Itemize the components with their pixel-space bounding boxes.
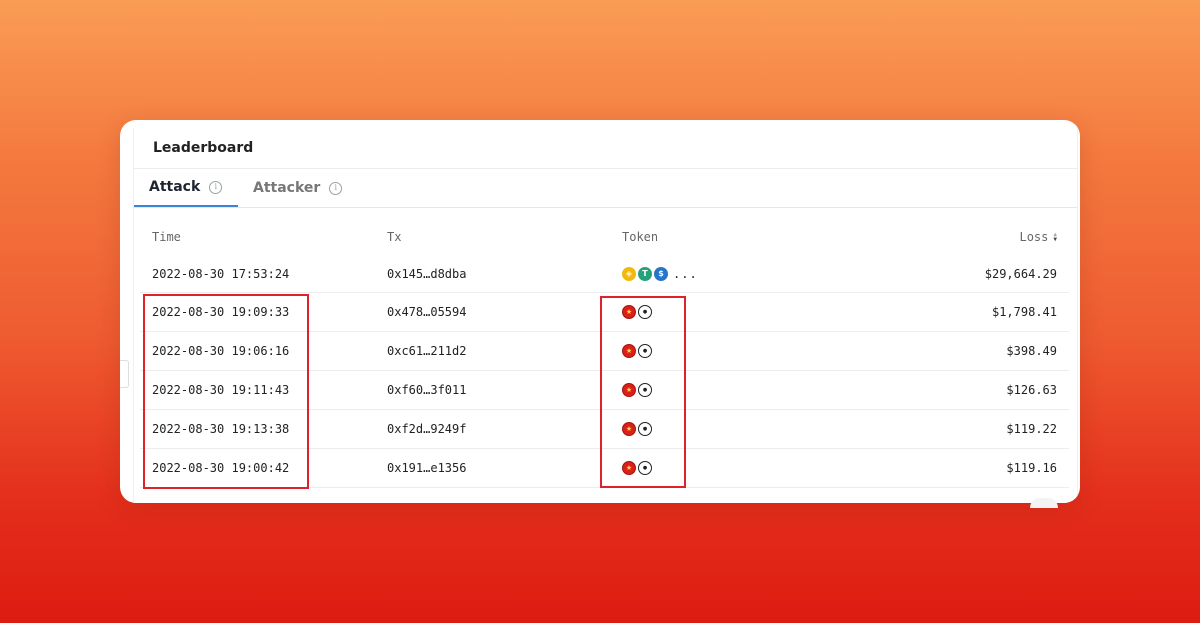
table-row[interactable]: 2022-08-30 19:13:38 0xf2d…9249f ★ ● $119… — [140, 409, 1069, 449]
usdc-icon: $ — [654, 266, 668, 281]
token-cell: ★ ● — [610, 292, 845, 332]
column-header-tx: Tx — [387, 229, 402, 244]
tx-link[interactable]: 0xc61…211d2 — [375, 331, 610, 371]
red-token-icon: ★ — [622, 461, 636, 475]
loss-cell: $398.49 — [845, 331, 1069, 371]
wbnb-icon: ● — [638, 461, 652, 475]
tab-attacker-label: Attacker — [253, 180, 321, 196]
column-header-token: Token — [622, 229, 659, 244]
tab-attack-label: Attack — [149, 179, 201, 195]
scroll-indicator[interactable] — [1030, 498, 1058, 508]
time-cell: 2022-08-30 19:11:43 — [140, 370, 375, 410]
table-row[interactable]: 2022-08-30 19:09:33 0x478…05594 ★ ● $1,7… — [140, 292, 1069, 332]
leaderboard-card: Leaderboard Attack i Attacker i Time Tx … — [120, 120, 1080, 503]
info-icon[interactable]: i — [209, 180, 223, 194]
side-drawer-handle[interactable] — [120, 360, 129, 388]
leaderboard-panel: Leaderboard Attack i Attacker i Time Tx … — [133, 128, 1078, 503]
bnb-icon: ◈ — [622, 266, 636, 281]
table-row[interactable]: 2022-08-30 19:11:43 0xf60…3f011 ★ ● $126… — [140, 370, 1069, 410]
time-cell: 2022-08-30 17:53:24 — [140, 255, 375, 293]
table-row[interactable]: 2022-08-30 19:00:42 0x191…e1356 ★ ● $119… — [140, 448, 1069, 488]
column-header-loss[interactable]: Loss ▲ ▼ — [845, 218, 1069, 255]
time-cell: 2022-08-30 19:00:42 — [140, 448, 375, 488]
more-tokens-indicator[interactable]: ... — [673, 267, 698, 281]
red-token-icon: ★ — [622, 305, 636, 319]
loss-cell: $126.63 — [845, 370, 1069, 410]
wbnb-icon: ● — [638, 383, 652, 397]
table-row[interactable]: 2022-08-30 17:53:24 0x145…d8dba ◈ T $ ..… — [140, 255, 1069, 293]
loss-cell: $119.22 — [845, 409, 1069, 449]
table-header-row: Time Tx Token Loss ▲ ▼ — [140, 218, 1069, 255]
wbnb-icon: ● — [638, 305, 652, 319]
info-icon[interactable]: i — [329, 181, 343, 195]
page-title: Leaderboard — [153, 140, 254, 156]
title-bar: Leaderboard — [134, 128, 1077, 169]
token-cell: ★ ● — [610, 409, 845, 449]
tx-link[interactable]: 0xf2d…9249f — [375, 409, 610, 449]
wbnb-icon: ● — [638, 344, 652, 358]
token-cell: ★ ● — [610, 448, 845, 488]
token-cell: ★ ● — [610, 370, 845, 410]
red-token-icon: ★ — [622, 383, 636, 397]
time-cell: 2022-08-30 19:09:33 — [140, 292, 375, 332]
loss-cell: $119.16 — [845, 448, 1069, 488]
token-cell: ◈ T $ ... — [610, 255, 845, 293]
column-header-time: Time — [152, 229, 181, 244]
tx-link[interactable]: 0x145…d8dba — [375, 255, 610, 293]
tx-link[interactable]: 0x191…e1356 — [375, 448, 610, 488]
table-row[interactable]: 2022-08-30 19:06:16 0xc61…211d2 ★ ● $398… — [140, 331, 1069, 371]
sort-icon[interactable]: ▲ ▼ — [1053, 232, 1057, 243]
time-cell: 2022-08-30 19:13:38 — [140, 409, 375, 449]
token-cell: ★ ● — [610, 331, 845, 371]
leaderboard-table: Time Tx Token Loss ▲ ▼ 2022-08-30 17:53:24… — [140, 218, 1069, 488]
usdt-icon: T — [638, 266, 652, 281]
loss-cell: $1,798.41 — [845, 292, 1069, 332]
tx-link[interactable]: 0xf60…3f011 — [375, 370, 610, 410]
column-header-loss-label: Loss — [1019, 229, 1049, 244]
tab-bar: Attack i Attacker i — [134, 169, 1077, 208]
tab-attack[interactable]: Attack i — [134, 169, 238, 207]
tab-attacker[interactable]: Attacker i — [238, 169, 357, 207]
time-cell: 2022-08-30 19:06:16 — [140, 331, 375, 371]
red-token-icon: ★ — [622, 344, 636, 358]
tx-link[interactable]: 0x478…05594 — [375, 292, 610, 332]
loss-cell: $29,664.29 — [845, 255, 1069, 293]
wbnb-icon: ● — [638, 422, 652, 436]
red-token-icon: ★ — [622, 422, 636, 436]
